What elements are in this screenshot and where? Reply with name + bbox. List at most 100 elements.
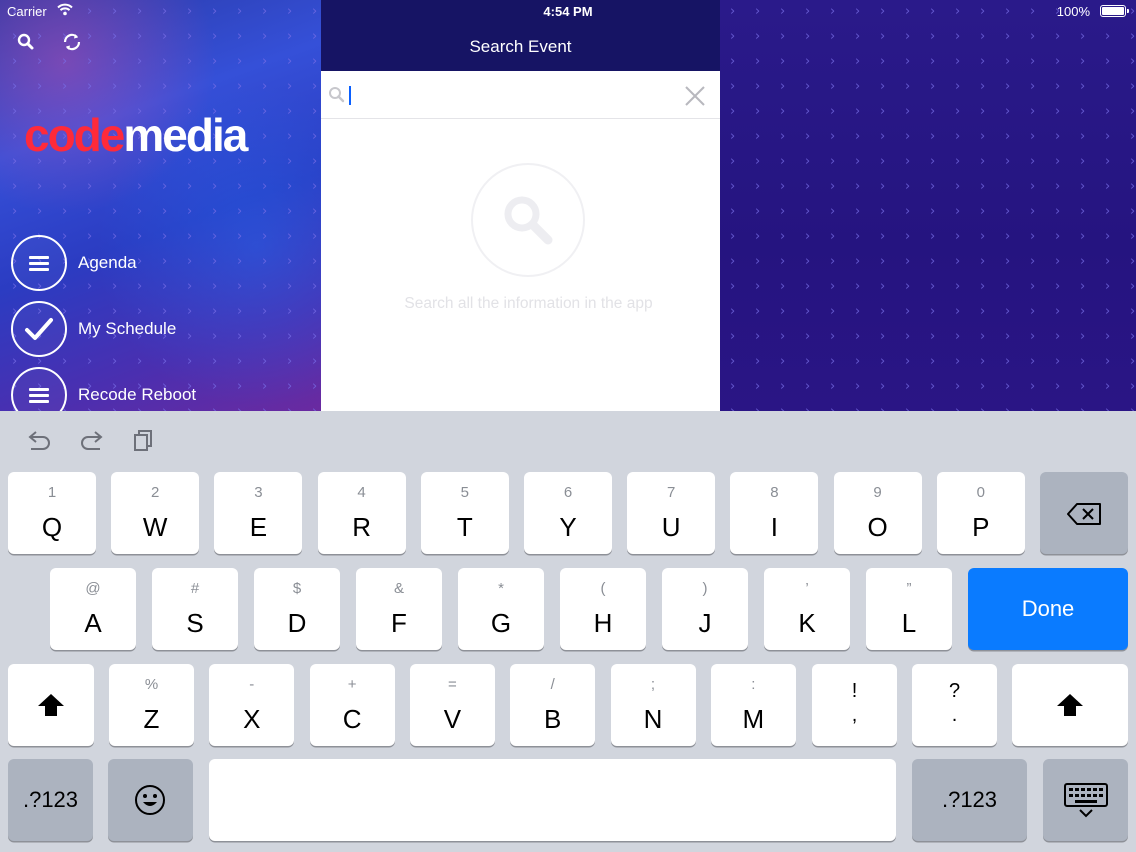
key-s[interactable]: # S bbox=[152, 568, 238, 650]
chevron-pattern-mark: › bbox=[755, 204, 761, 219]
emoji-key[interactable] bbox=[108, 759, 193, 841]
key-h[interactable]: (H bbox=[560, 568, 646, 650]
chevron-pattern-mark: › bbox=[112, 29, 118, 44]
chevron-pattern-mark: › bbox=[1030, 79, 1036, 94]
key-l[interactable]: ” L bbox=[866, 568, 952, 650]
refresh-icon[interactable] bbox=[60, 30, 84, 54]
chevron-pattern-mark: › bbox=[12, 204, 18, 219]
numbers-label: .?123 bbox=[941, 787, 998, 812]
search-icon[interactable] bbox=[14, 30, 38, 54]
chevron-pattern-mark: › bbox=[1080, 79, 1086, 94]
status-bar: Carrier 4:54 PM 100% bbox=[0, 0, 1136, 24]
key-label: W bbox=[142, 512, 168, 542]
numbers-key-right[interactable]: .?123 bbox=[912, 759, 1027, 841]
key-p[interactable]: 0P bbox=[936, 472, 1025, 554]
chevron-pattern-mark: › bbox=[905, 304, 911, 319]
clear-icon[interactable] bbox=[684, 85, 706, 107]
chevron-pattern-mark: › bbox=[905, 254, 911, 269]
key-a[interactable]: @ A bbox=[50, 568, 136, 650]
chevron-pattern-mark: › bbox=[1055, 79, 1061, 94]
chevron-pattern-mark: › bbox=[1030, 179, 1036, 194]
chevron-pattern-mark: › bbox=[112, 54, 118, 69]
numbers-key-left[interactable]: .?123 bbox=[8, 759, 93, 841]
key-u[interactable]: 7U bbox=[627, 472, 716, 554]
chevron-pattern-mark: › bbox=[287, 229, 293, 244]
key-m[interactable]: :M bbox=[710, 664, 796, 746]
key-i[interactable]: 8I bbox=[730, 472, 819, 554]
key-alt-label: 8 bbox=[770, 484, 779, 501]
chevron-pattern-mark: › bbox=[312, 179, 318, 194]
hide-keyboard-key[interactable] bbox=[1043, 759, 1128, 841]
chevron-pattern-mark: › bbox=[87, 54, 93, 69]
chevron-pattern-mark: › bbox=[980, 154, 986, 169]
key-g[interactable]: * G bbox=[458, 568, 544, 650]
key-label: E bbox=[249, 512, 268, 542]
done-button[interactable]: Done bbox=[968, 568, 1128, 650]
key-v[interactable]: = V bbox=[409, 664, 495, 746]
chevron-pattern-mark: › bbox=[880, 229, 886, 244]
chevron-pattern-mark: › bbox=[780, 254, 786, 269]
paste-icon[interactable] bbox=[132, 429, 154, 456]
chevron-pattern-mark: › bbox=[880, 104, 886, 119]
chevron-pattern-mark: › bbox=[805, 304, 811, 319]
key-y[interactable]: 6Y bbox=[524, 472, 612, 554]
redo-icon[interactable] bbox=[79, 429, 105, 456]
chevron-pattern-mark: › bbox=[755, 254, 761, 269]
search-bar bbox=[321, 71, 720, 119]
sidebar-top-icons bbox=[14, 30, 84, 54]
chevron-pattern-mark: › bbox=[287, 79, 293, 94]
shift-key-left[interactable] bbox=[8, 664, 94, 746]
shift-key-right[interactable] bbox=[1012, 664, 1128, 746]
chevron-pattern-mark: › bbox=[905, 329, 911, 344]
undo-icon[interactable] bbox=[26, 429, 52, 456]
chevron-pattern-mark: › bbox=[312, 329, 318, 344]
chevron-pattern-mark: › bbox=[1030, 29, 1036, 44]
key-z[interactable]: % Z bbox=[109, 664, 194, 746]
key-q[interactable]: 1Q bbox=[8, 472, 96, 554]
key-c[interactable]: + C bbox=[309, 664, 395, 746]
key-t[interactable]: 5T bbox=[420, 472, 509, 554]
chevron-pattern-mark: › bbox=[37, 54, 43, 69]
key-o[interactable]: 9O bbox=[833, 472, 922, 554]
chevron-pattern-mark: › bbox=[780, 204, 786, 219]
search-input[interactable] bbox=[347, 81, 677, 109]
key-e[interactable]: 3E bbox=[214, 472, 303, 554]
key-label: Q bbox=[41, 512, 63, 542]
key-f[interactable]: & F bbox=[356, 568, 442, 650]
key-d[interactable]: $ D bbox=[254, 568, 340, 650]
sidebar-item-agenda[interactable]: Agenda bbox=[11, 235, 137, 291]
key-j[interactable]: ) J bbox=[662, 568, 748, 650]
question-period-key[interactable]: ?. bbox=[912, 664, 997, 746]
chevron-pattern-mark: › bbox=[880, 54, 886, 69]
chevron-pattern-mark: › bbox=[187, 179, 193, 194]
key-alt-label: / bbox=[550, 676, 555, 693]
key-x[interactable]: -X bbox=[209, 664, 295, 746]
key-n[interactable]: ; N bbox=[610, 664, 696, 746]
chevron-pattern-mark: › bbox=[137, 204, 143, 219]
key-b[interactable]: / B bbox=[510, 664, 596, 746]
key-k[interactable]: ’ K bbox=[764, 568, 850, 650]
sidebar-item-recode-reboot[interactable]: Recode Reboot bbox=[11, 367, 196, 411]
checkmark-icon bbox=[11, 301, 67, 357]
chevron-pattern-mark: › bbox=[112, 79, 118, 94]
chevron-pattern-mark: › bbox=[880, 354, 886, 369]
chevron-pattern-mark: › bbox=[1055, 179, 1061, 194]
chevron-pattern-mark: › bbox=[1005, 204, 1011, 219]
key-alt-label: ; bbox=[650, 676, 656, 693]
backspace-key[interactable] bbox=[1040, 472, 1128, 554]
chevron-pattern-mark: › bbox=[805, 179, 811, 194]
chevron-pattern-mark: › bbox=[137, 229, 143, 244]
space-bar[interactable] bbox=[209, 759, 896, 841]
chevron-pattern-mark: › bbox=[162, 279, 168, 294]
key-r[interactable]: 4R bbox=[317, 472, 406, 554]
chevron-pattern-mark: › bbox=[212, 354, 218, 369]
chevron-pattern-mark: › bbox=[730, 204, 736, 219]
chevron-pattern-mark: › bbox=[980, 204, 986, 219]
sidebar-item-my-schedule[interactable]: My Schedule bbox=[11, 301, 176, 357]
key-w[interactable]: 2W bbox=[111, 472, 200, 554]
chevron-pattern-mark: › bbox=[980, 129, 986, 144]
exclamation-comma-key[interactable]: !, bbox=[812, 664, 897, 746]
chevron-pattern-mark: › bbox=[1105, 329, 1111, 344]
chevron-pattern-mark: › bbox=[312, 129, 318, 144]
chevron-pattern-mark: › bbox=[730, 179, 736, 194]
